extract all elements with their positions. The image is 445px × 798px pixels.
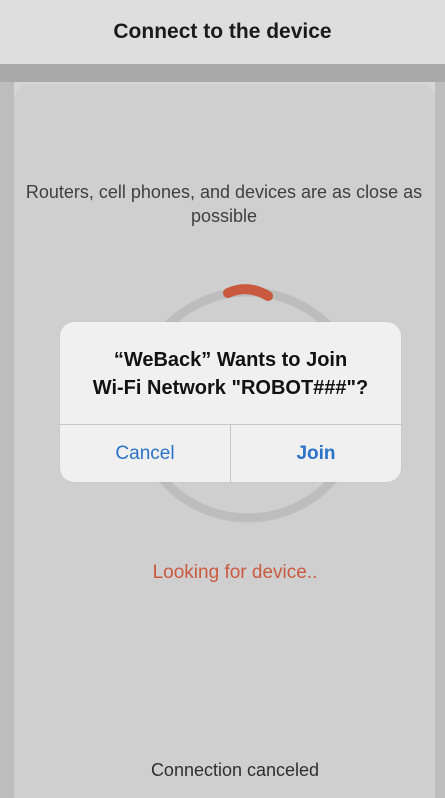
alert-title: “WeBack” Wants to Join Wi-Fi Network "RO… (60, 346, 401, 402)
cancel-button[interactable]: Cancel (60, 425, 230, 482)
connection-status-footer: Connection canceled (150, 760, 320, 780)
join-button[interactable]: Join (231, 425, 401, 482)
alert-title-line2: Wi-Fi Network "ROBOT###"? (92, 377, 369, 399)
alert-title-line1: “WeBack” Wants to Join (113, 349, 348, 371)
search-status: Looking for device.. (152, 562, 318, 583)
wifi-join-alert: “WeBack” Wants to Join Wi-Fi Network "RO… (60, 322, 401, 482)
